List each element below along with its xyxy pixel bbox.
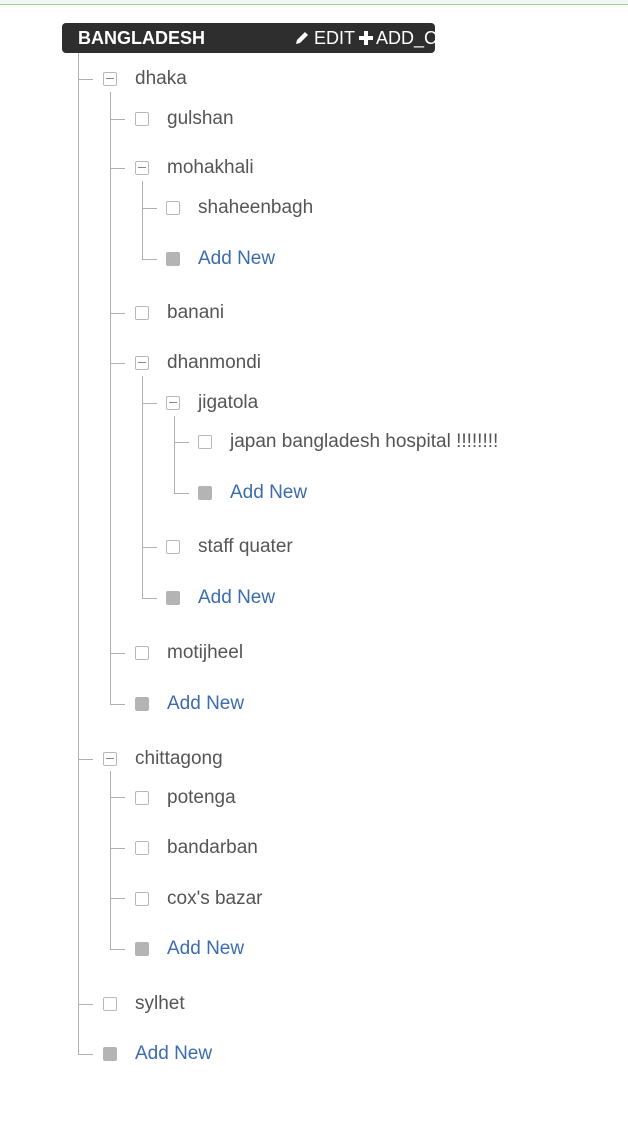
root-node-bar: BANGLADESH EDIT ADD_CHILD	[62, 23, 478, 53]
add-new-link[interactable]: Add New	[230, 481, 307, 505]
leaf-icon[interactable]	[166, 540, 180, 554]
node-label[interactable]: motijheel	[167, 641, 243, 665]
leaf-icon[interactable]	[135, 646, 149, 660]
node-label[interactable]: japan bangladesh hospital !!!!!!!!	[230, 430, 498, 454]
node-label[interactable]: chittagong	[135, 747, 223, 771]
add-icon	[166, 591, 180, 605]
leaf-icon[interactable]	[135, 791, 149, 805]
leaf-icon[interactable]	[135, 306, 149, 320]
add-icon	[135, 697, 149, 711]
node-label[interactable]: dhaka	[135, 67, 187, 91]
node-label[interactable]: gulshan	[167, 107, 234, 131]
plus-icon	[359, 31, 373, 45]
leaf-icon[interactable]	[135, 112, 149, 126]
root-node-title[interactable]: BANGLADESH	[78, 23, 205, 53]
add-icon	[198, 486, 212, 500]
node-label[interactable]: jigatola	[198, 391, 258, 415]
add-icon	[166, 252, 180, 266]
leaf-icon[interactable]	[103, 997, 117, 1011]
collapse-icon[interactable]	[103, 752, 117, 766]
node-label[interactable]: dhanmondi	[167, 351, 261, 375]
edit-button[interactable]: EDIT	[294, 23, 356, 53]
collapse-icon[interactable]	[135, 161, 149, 175]
node-label[interactable]: potenga	[167, 786, 236, 810]
add-icon	[135, 942, 149, 956]
edit-label: EDIT	[314, 28, 356, 48]
leaf-icon[interactable]	[135, 892, 149, 906]
collapse-icon[interactable]	[103, 72, 117, 86]
pencil-icon	[296, 32, 308, 44]
node-label[interactable]: bandarban	[167, 836, 258, 860]
add-new-link[interactable]: Add New	[198, 586, 275, 610]
leaf-icon[interactable]	[135, 841, 149, 855]
node-label[interactable]: banani	[167, 301, 224, 325]
add-icon	[103, 1047, 117, 1061]
leaf-icon[interactable]	[198, 435, 212, 449]
node-label[interactable]: mohakhali	[167, 156, 254, 180]
node-label[interactable]: sylhet	[135, 992, 185, 1016]
node-label[interactable]: staff quater	[198, 535, 293, 559]
add-new-link[interactable]: Add New	[198, 247, 275, 271]
add-child-button[interactable]: ADD_CHILD	[358, 23, 478, 53]
add-new-link[interactable]: Add New	[167, 937, 244, 961]
node-label[interactable]: shaheenbagh	[198, 196, 313, 220]
collapse-icon[interactable]	[166, 396, 180, 410]
node-label[interactable]: cox's bazar	[167, 887, 263, 911]
leaf-icon[interactable]	[166, 201, 180, 215]
add-new-link[interactable]: Add New	[135, 1042, 212, 1066]
add-child-label: ADD_CHILD	[376, 28, 479, 48]
add-new-link[interactable]: Add New	[167, 692, 244, 716]
top-border	[0, 0, 628, 5]
collapse-icon[interactable]	[135, 356, 149, 370]
